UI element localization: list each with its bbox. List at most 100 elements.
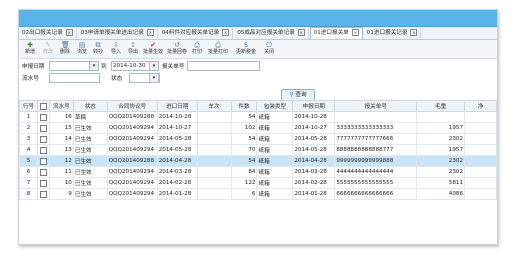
- customs-no-input[interactable]: [187, 61, 260, 71]
- column-header[interactable]: 状态: [72, 100, 108, 112]
- tab-2[interactable]: 03申请单报关单进出记录 ×: [78, 28, 158, 39]
- table-cell: 8888888888888777: [334, 144, 418, 156]
- table-row[interactable]: 1 16 草稿 QQQ201409288 2014-10-28 54 纸箱 2014-10-2…: [19, 111, 497, 123]
- column-header[interactable]: 包装类型: [256, 100, 294, 112]
- row-checkbox[interactable]: [39, 124, 47, 132]
- export-icon: ⇧: [130, 41, 136, 49]
- data-grid: 行号 流水号 状态 合同协议号 进口日期 车次 件数 包装类型 申报日期 报关单号 毛重净 1 16 草…: [19, 100, 497, 200]
- toolbar-button-print[interactable]: ⎙ 打印: [188, 41, 206, 58]
- close-icon[interactable]: ×: [65, 29, 73, 36]
- toolbar-button-export[interactable]: ⇧ 导出: [124, 41, 142, 58]
- row-checkbox[interactable]: [39, 168, 47, 176]
- toolbar-button-edit[interactable]: ✎ 修改: [39, 41, 57, 58]
- table-cell: 3: [19, 133, 38, 145]
- table-cell: QQQ201409288: [106, 155, 158, 167]
- table-row[interactable]: 8 9 已生效 QQQ201409294 2014-01-28 6 纸箱 2014-01-28…: [19, 188, 497, 200]
- toolbar-button-label: 导入: [110, 49, 121, 55]
- table-cell: 7: [19, 177, 38, 189]
- toolbar-button-label: 关闭: [263, 49, 274, 55]
- table-cell: 10: [48, 177, 74, 189]
- column-header[interactable]: 毛重: [416, 100, 466, 112]
- toolbar-button-check[interactable]: ✔ 批量生效: [141, 41, 165, 58]
- table-cell: [36, 144, 50, 156]
- table-cell: 1957: [416, 144, 466, 156]
- toolbar-button-copy[interactable]: ⧉ 转抄: [89, 41, 107, 58]
- column-header[interactable]: 报关单号: [334, 100, 418, 112]
- column-header[interactable]: 车次: [196, 100, 232, 112]
- row-checkbox[interactable]: [39, 179, 47, 187]
- table-cell: QQQ201409288: [106, 111, 158, 123]
- tab-1[interactable]: 02出口报关记录 ×: [19, 28, 77, 39]
- table-row[interactable]: 6 11 已生效 QQQ201409294 2014-03-28 84 纸箱 2014-03-…: [19, 166, 497, 178]
- toolbar-button-trash[interactable]: 🗑 删除: [56, 41, 74, 58]
- row-checkbox[interactable]: [39, 113, 47, 121]
- table-row[interactable]: 3 14 已生效 QQQ201409294 2014-05-28 54 纸箱 2014-05-…: [19, 133, 497, 145]
- toolbar-button-plus[interactable]: ✚ 新增: [21, 41, 39, 58]
- tab-3[interactable]: 04料件对应报关单记录 ×: [159, 28, 234, 39]
- declare-date-label: 申报日期: [22, 64, 45, 70]
- table-cell: 2014-02-28: [292, 177, 336, 189]
- row-checkbox[interactable]: [39, 135, 47, 143]
- tab-4[interactable]: 05成品对应报关单记录 ×: [234, 28, 309, 39]
- table-row[interactable]: 7 10 已生效 QQQ201409294 2014-02-28 122 纸箱 2014-02…: [19, 177, 497, 189]
- filter-panel: 申报日期 ▾ 到 2014-10-30 ▾ 报关单号 流水号 状态 ▾: [19, 59, 497, 89]
- toolbar-button-batch-print[interactable]: ⎙ 批量打印: [206, 41, 230, 58]
- column-header[interactable]: 申报日期: [292, 100, 336, 112]
- toolbar-button-import[interactable]: ⇩ 导入: [107, 41, 125, 58]
- column-header[interactable]: 件数: [230, 100, 258, 112]
- column-header[interactable]: 净: [464, 100, 497, 112]
- table-cell: 4086: [416, 188, 466, 200]
- toolbar-button-rollback[interactable]: ↺ 批量回卷: [165, 41, 189, 58]
- copy-icon: ⧉: [95, 41, 101, 49]
- table-cell: 5: [19, 155, 38, 167]
- toolbar-button-tax[interactable]: $ 更新税金: [234, 41, 258, 58]
- close-icon[interactable]: ×: [410, 29, 418, 36]
- title-bar: [19, 10, 497, 27]
- tab-5[interactable]: 01进口报关单 ×: [309, 27, 363, 39]
- app-window: 02出口报关记录 × 03申请单报关单进出记录 × 04料件对应报关单记录 × 05成品对应…: [18, 9, 498, 245]
- table-row[interactable]: 4 13 已生效 QQQ201409294 2014-05-28 70 纸箱 2014-05-…: [19, 144, 497, 156]
- tab-6[interactable]: 01进口报关记录 ×: [364, 28, 422, 39]
- select-all-checkbox[interactable]: [39, 102, 47, 110]
- date-to-dropdown[interactable]: ▾: [149, 61, 159, 71]
- column-header[interactable]: 合同协议号: [106, 100, 158, 112]
- table-cell: 已生效: [72, 177, 108, 189]
- table-row[interactable]: 5 12 已生效 QQQ201409288 2014-04-28 54 纸箱 2014-04-…: [19, 155, 497, 167]
- row-checkbox[interactable]: [39, 157, 47, 165]
- column-header[interactable]: 进口日期: [156, 100, 198, 112]
- table-cell: 已生效: [72, 122, 108, 134]
- column-header[interactable]: 行号: [19, 100, 38, 112]
- close-icon[interactable]: ×: [146, 29, 154, 36]
- table-cell: 5555555555555555: [334, 177, 418, 189]
- table-cell: [464, 122, 497, 134]
- table-cell: 2302: [416, 133, 466, 145]
- table-cell: 已生效: [72, 133, 108, 145]
- row-checkbox[interactable]: [39, 146, 47, 154]
- table-cell: QQQ201409294: [106, 133, 158, 145]
- table-cell: 14: [48, 133, 74, 145]
- search-icon: ⚲: [289, 92, 294, 98]
- table-cell: 2302: [416, 155, 466, 167]
- status-dropdown[interactable]: ▾: [149, 73, 159, 83]
- date-from-input[interactable]: [49, 61, 90, 71]
- table-cell: 2: [19, 122, 38, 134]
- table-cell: [464, 155, 497, 167]
- date-to-input[interactable]: 2014-10-30: [111, 61, 150, 71]
- column-header[interactable]: 流水号: [48, 100, 74, 112]
- table-cell: 纸箱: [256, 133, 294, 145]
- close-icon[interactable]: ×: [297, 29, 305, 36]
- row-checkbox[interactable]: [39, 190, 47, 198]
- column-header[interactable]: [36, 100, 50, 112]
- table-row[interactable]: 2 15 已生效 QQQ201409294 2014-10-27 102 纸箱 2014-10…: [19, 122, 497, 134]
- toolbar-button-label: 修改: [42, 49, 53, 55]
- close-icon[interactable]: ×: [222, 29, 230, 36]
- serial-input[interactable]: [49, 73, 100, 83]
- table-cell: 54: [230, 155, 258, 167]
- date-from-dropdown[interactable]: ▾: [89, 61, 99, 71]
- table-cell: [36, 122, 50, 134]
- table-cell: 6666666666666666: [334, 188, 418, 200]
- table-cell: 13: [48, 144, 74, 156]
- toolbar-button-power[interactable]: ⏻ 关闭: [260, 41, 278, 58]
- close-icon[interactable]: ×: [351, 29, 359, 36]
- toolbar-button-label: 删除: [59, 49, 70, 55]
